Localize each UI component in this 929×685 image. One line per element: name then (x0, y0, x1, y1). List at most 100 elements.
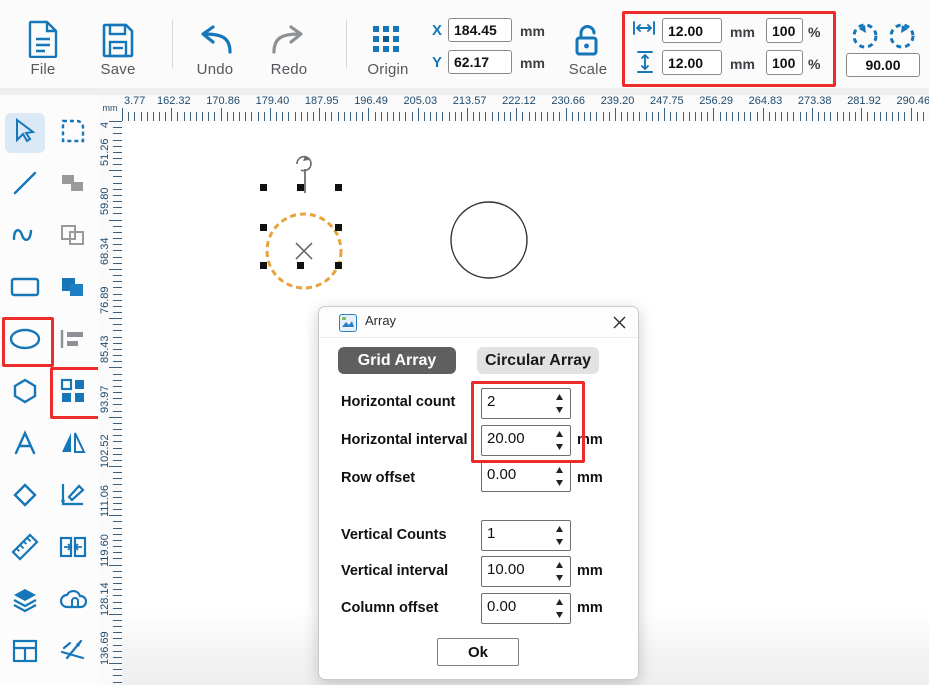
redo-button[interactable]: Redo (256, 14, 322, 78)
v-ruler-tick (113, 441, 122, 443)
sidebar-item-text-tool[interactable] (5, 425, 45, 465)
sidebar-item-array-tool[interactable] (53, 373, 93, 413)
column-offset-input[interactable]: 0.00 (481, 593, 571, 624)
scale-button[interactable]: Scale (555, 14, 621, 78)
sidebar-item-measure-angle-tool[interactable] (53, 477, 93, 517)
rotate-clockwise-icon[interactable] (886, 20, 918, 57)
v-ruler-tick (113, 453, 122, 455)
document-icon (10, 14, 76, 58)
row-offset-input[interactable]: 0.00 (481, 461, 571, 492)
horizontal-interval-input[interactable]: 20.00 (481, 425, 571, 456)
h-ruler-tick (220, 108, 222, 121)
file-button[interactable]: File (10, 14, 76, 78)
sidebar-item-node-edit-tool[interactable] (53, 113, 93, 153)
sidebar-item-intersect-tool[interactable] (53, 217, 93, 257)
origin-button[interactable]: Origin (355, 14, 421, 78)
vertical-interval-input[interactable]: 10.00 (481, 556, 571, 587)
sidebar-item-eraser-tool[interactable] (5, 477, 45, 517)
array-app-icon (339, 314, 357, 337)
h-ruler-tick (436, 112, 438, 121)
h-ruler-tick (349, 112, 351, 121)
sidebar-item-union-tool[interactable] (53, 165, 93, 205)
h-ruler-tick (584, 112, 585, 121)
v-ruler-tick (113, 127, 122, 129)
sidebar-item-fit-width-tool[interactable] (53, 529, 93, 569)
height-input[interactable]: 12.00 (662, 50, 722, 75)
h-ruler-tick (848, 112, 850, 121)
tab-grid-array[interactable]: Grid Array (338, 347, 456, 374)
h-ruler-tick (664, 108, 666, 121)
sidebar-item-layout-tool[interactable] (5, 633, 45, 673)
h-ruler-tick (202, 112, 204, 121)
h-ruler-tick (553, 112, 555, 121)
vertical-counts-stepper[interactable] (554, 523, 565, 548)
width-percent-input[interactable]: 100 (766, 18, 803, 43)
h-ruler-tick (738, 112, 739, 121)
h-ruler-tick (577, 112, 579, 121)
column-offset-unit: mm (577, 600, 603, 616)
h-ruler-tick (775, 112, 776, 121)
tab-circular-array[interactable]: Circular Array (477, 347, 599, 374)
vertical-interval-stepper[interactable] (554, 559, 565, 584)
sidebar-item-line-tool[interactable] (5, 165, 45, 205)
ok-button[interactable]: Ok (437, 638, 519, 666)
resize-handle-se[interactable] (335, 262, 342, 269)
horizontal-interval-stepper[interactable] (554, 428, 565, 453)
resize-handle-e[interactable] (335, 224, 342, 231)
sidebar-item-align-tool[interactable] (53, 321, 93, 361)
width-input[interactable]: 12.00 (662, 18, 722, 43)
row-offset-stepper[interactable] (554, 464, 565, 489)
sidebar-item-polygon-tool[interactable] (5, 373, 45, 413)
resize-handle-sw[interactable] (260, 262, 267, 269)
h-ruler-tick (701, 112, 702, 121)
resize-handle-w[interactable] (260, 224, 267, 231)
sidebar-item-select-tool[interactable] (5, 113, 45, 153)
v-ruler-tick (113, 404, 122, 406)
y-input[interactable]: 62.17 (448, 50, 512, 74)
save-button[interactable]: Save (85, 14, 151, 78)
sidebar-item-ruler-tool[interactable] (5, 529, 45, 569)
vertical-counts-input[interactable]: 1 (481, 520, 571, 551)
h-ruler-tick (756, 112, 758, 121)
x-unit: mm (520, 23, 545, 39)
sidebar-item-rectangle-tool[interactable] (5, 269, 45, 309)
rotate-handle-icon[interactable] (292, 155, 318, 195)
sidebar-item-ellipse-tool[interactable] (5, 321, 45, 361)
sidebar-item-mirror-tool[interactable] (53, 425, 93, 465)
h-ruler-tick (602, 112, 604, 121)
v-ruler-label: 4 (99, 122, 111, 129)
close-icon[interactable] (608, 311, 630, 333)
h-ruler-tick (904, 112, 906, 121)
rotate-angle-input[interactable]: 90.00 (846, 53, 920, 77)
x-input[interactable]: 184.45 (448, 18, 512, 42)
sidebar-item-cloud-tool[interactable] (53, 581, 93, 621)
horizontal-count-stepper[interactable] (554, 391, 565, 416)
undo-button[interactable]: Undo (182, 14, 248, 78)
v-ruler-label: 93.97 (99, 384, 111, 413)
h-ruler-tick (688, 112, 690, 121)
rotate-counterclockwise-icon[interactable] (849, 20, 881, 57)
h-ruler-tick (676, 112, 678, 121)
v-ruler-tick (113, 213, 122, 215)
sidebar-item-curve-tool[interactable] (5, 217, 45, 257)
resize-handle-nw[interactable] (260, 184, 267, 191)
y-unit: mm (520, 55, 545, 71)
h-ruler-tick (787, 112, 789, 121)
height-percent-input[interactable]: 100 (766, 50, 803, 75)
resize-handle-n[interactable] (297, 184, 304, 191)
sidebar-item-layers-tool[interactable] (5, 581, 45, 621)
h-ruler-tick (159, 112, 160, 121)
circle-shape[interactable] (447, 198, 531, 282)
sidebar-item-axis-tool[interactable] (53, 633, 93, 673)
v-ruler-tick (113, 601, 122, 603)
horizontal-count-input[interactable]: 2 (481, 388, 571, 419)
resize-handle-s[interactable] (297, 262, 304, 269)
sidebar-item-subtract-tool[interactable] (53, 269, 93, 309)
h-ruler-tick (910, 108, 912, 121)
resize-handle-ne[interactable] (335, 184, 342, 191)
selected-circle[interactable] (254, 201, 354, 301)
column-offset-stepper[interactable] (554, 596, 565, 621)
h-ruler-tick (263, 112, 265, 121)
v-ruler-tick (113, 348, 122, 350)
h-ruler-tick (534, 112, 536, 121)
